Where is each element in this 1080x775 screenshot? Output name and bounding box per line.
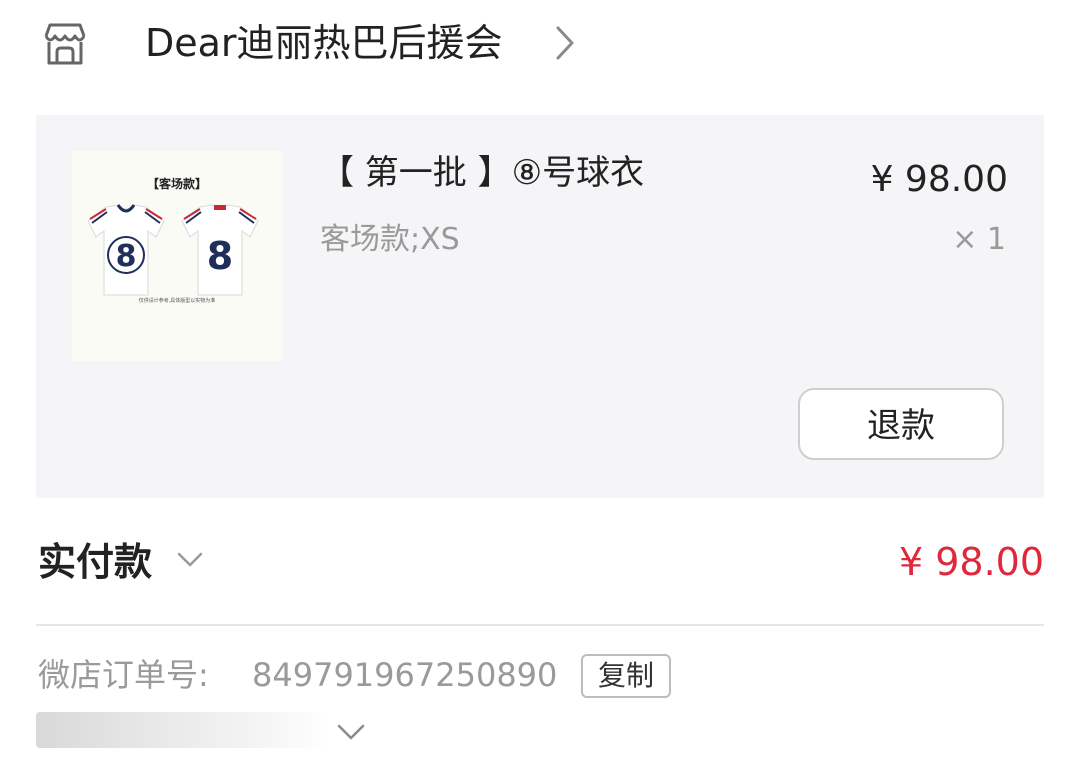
chevron-down-icon[interactable] — [176, 550, 204, 570]
order-number-label: 微店订单号: — [38, 656, 209, 694]
chevron-right-icon[interactable] — [552, 24, 578, 62]
shop-name[interactable]: Dear迪丽热巴后援会 — [145, 18, 503, 68]
product-price: ¥ 98.00 — [870, 159, 1008, 200]
shop-header[interactable]: Dear迪丽热巴后援会 — [0, 0, 1080, 90]
jersey-number: 8 — [116, 239, 137, 274]
thumbnail-tag: 【客场款】 — [146, 177, 207, 191]
product-card[interactable]: 【客场款】 8 8 仅供设计参考,具体版型以实物为准 【 第一批 】⑧号球衣 客… — [36, 115, 1044, 498]
order-number: 849791967250890 — [252, 656, 558, 694]
product-spec: 客场款;XS — [320, 222, 460, 257]
product-thumbnail[interactable]: 【客场款】 8 8 仅供设计参考,具体版型以实物为准 — [72, 151, 282, 361]
paid-amount: ¥ 98.00 — [898, 540, 1044, 584]
shop-icon — [44, 23, 86, 65]
refund-button[interactable]: 退款 — [798, 388, 1004, 460]
product-quantity: × 1 — [952, 222, 1006, 257]
product-title[interactable]: 【 第一批 】⑧号球衣 — [320, 149, 644, 197]
copy-button[interactable]: 复制 — [581, 654, 671, 698]
divider — [36, 624, 1044, 626]
jersey-back-image: 8 — [181, 204, 259, 296]
expand-chevron-down-icon[interactable] — [336, 722, 366, 744]
thumbnail-note: 仅供设计参考,具体版型以实物为准 — [138, 298, 216, 304]
paid-label[interactable]: 实付款 — [38, 536, 152, 588]
jersey-front-image: 8 — [87, 204, 165, 296]
blurred-info — [36, 712, 332, 748]
jersey-back-number: 8 — [207, 234, 233, 278]
